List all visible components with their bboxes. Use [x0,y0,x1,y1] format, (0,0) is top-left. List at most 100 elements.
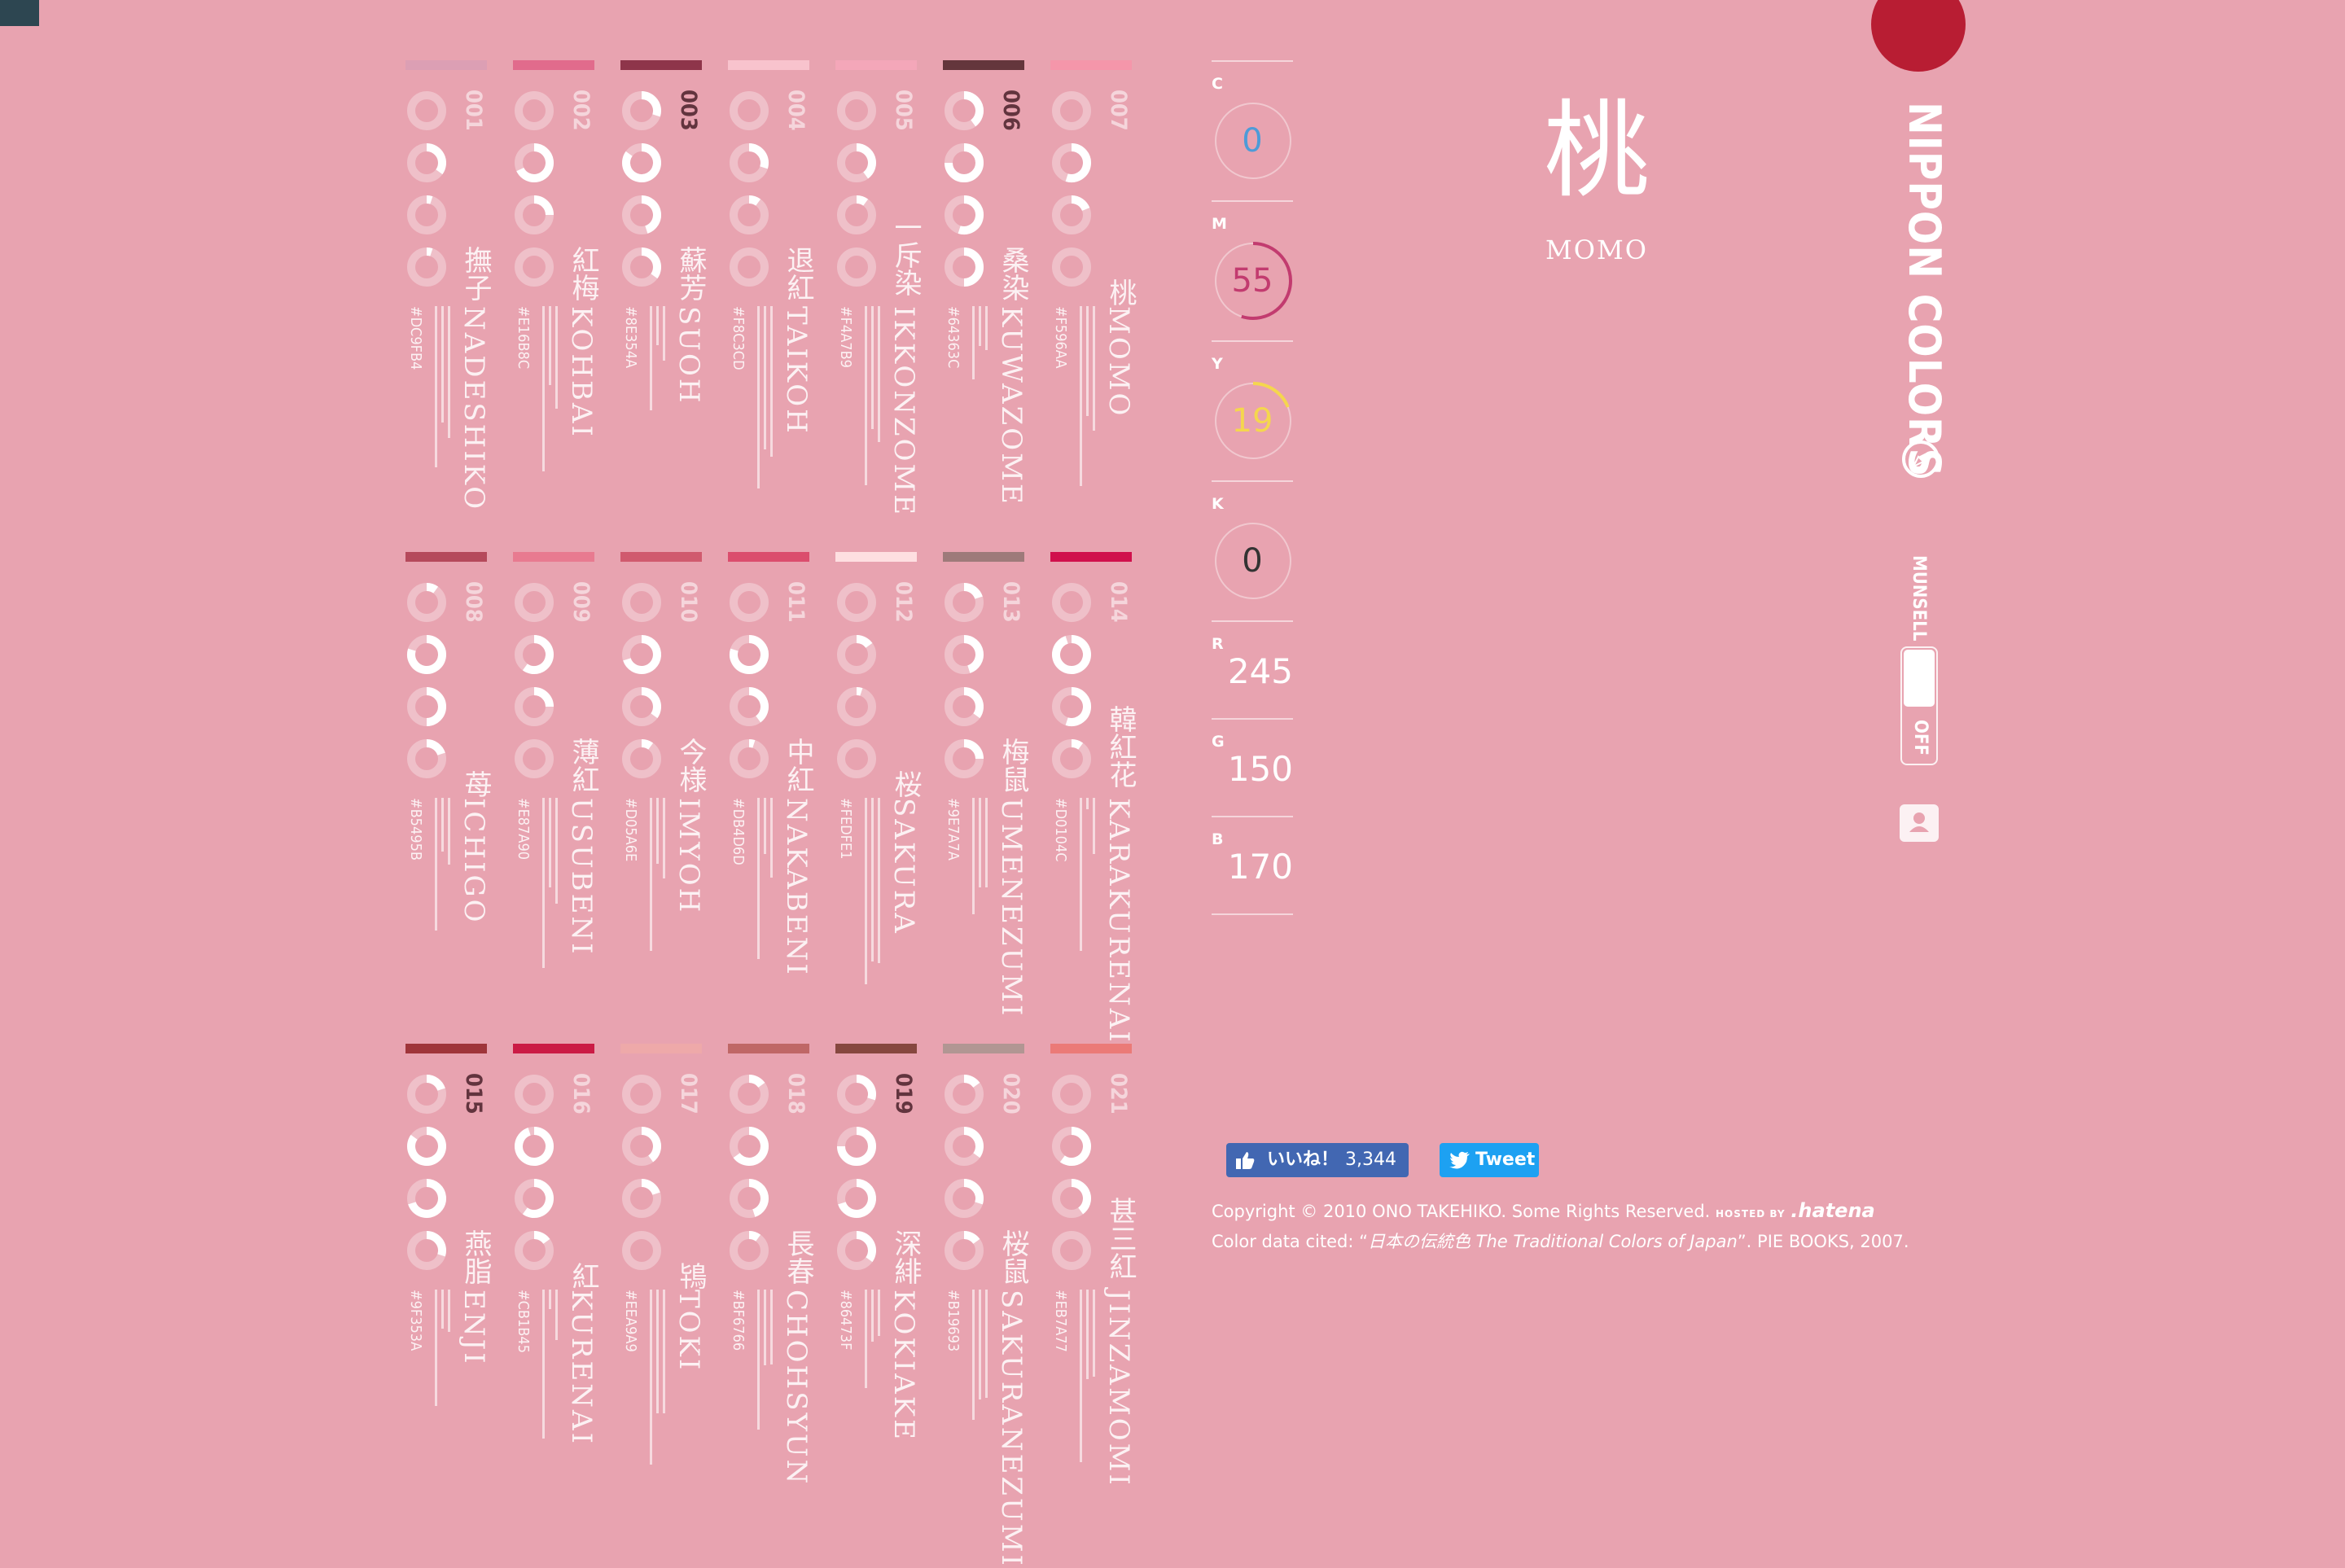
green-level-line [979,306,981,346]
color-item[interactable]: 009 薄紅 #E87A90 USUBENI [513,552,599,1008]
color-swatch-bar[interactable] [835,1044,917,1053]
color-romaji: KUWAZOME [995,306,1028,506]
color-swatch-bar[interactable] [513,552,594,562]
green-level-line [441,306,444,423]
yellow-pie [945,195,984,234]
red-level-line [542,1290,545,1439]
color-swatch-bar[interactable] [1050,60,1132,70]
blue-level-line [448,306,450,438]
black-pie [622,247,661,287]
user-icon [1909,812,1929,832]
color-item[interactable]: 019 深緋 #86473F KOKIAKE [835,1044,922,1500]
color-item[interactable]: 010 今様 #D05A6E IMYOH [620,552,707,1008]
color-hex: #EEA9A9 [622,1290,639,1352]
pie-arc [1052,635,1091,674]
color-swatch-bar[interactable] [835,552,917,562]
color-swatch-bar[interactable] [1050,552,1132,562]
color-item[interactable]: 013 梅鼠 #9E7A7A UMENEZUMI [943,552,1029,1018]
color-swatch-bar[interactable] [943,1044,1024,1053]
compass-icon[interactable] [1901,440,1940,479]
brand-title[interactable]: NIPPON COLORS [1899,102,1950,477]
green-level-line [979,1290,981,1399]
yellow-pie [837,687,876,726]
color-swatch-bar[interactable] [513,1044,594,1053]
facebook-like-button[interactable]: いいね！ 3,344 [1226,1143,1409,1177]
munsell-toggle[interactable]: OFF [1900,646,1938,765]
blue-level-line [878,1290,880,1336]
red-level-line [650,1290,652,1465]
yellow-pie [515,687,554,726]
color-swatch-bar[interactable] [728,1044,809,1053]
color-swatch-bar[interactable] [728,60,809,70]
color-swatch-bar[interactable] [620,60,702,70]
cmyk-section-y: Y 19 [1212,340,1293,480]
black-pie [407,739,446,778]
color-hex: #64363C [945,306,962,369]
color-item[interactable]: 017 鴇 #EEA9A9 TOKI [620,1044,707,1500]
pie-arc [1065,143,1091,182]
cmyk-value: 55 [1231,262,1273,300]
yellow-pie [407,195,446,234]
color-item[interactable]: 004 退紅 #F8C3CD TAIKOH [728,60,814,516]
yellow-pie [622,1179,661,1218]
red-level-line [865,798,867,984]
tweet-button[interactable]: Tweet [1440,1143,1539,1177]
red-level-line [1080,1290,1082,1462]
color-swatch-bar[interactable] [835,60,917,70]
color-romaji: KURENAI [565,1290,598,1446]
color-item[interactable]: 003 蘇芳 #8E354A SUOH [620,60,707,516]
blue-level-line [1093,1290,1095,1377]
color-item[interactable]: 007 桃 #F596AA MOMO [1050,60,1137,516]
color-swatch-bar[interactable] [728,552,809,562]
magenta-pie [407,143,446,182]
color-item[interactable]: 018 長春 #BF6766 CHOHSYUN [728,1044,814,1500]
cmyk-label: C [1212,75,1223,93]
tweet-label: Tweet [1475,1150,1536,1170]
cyan-pie [1052,91,1091,130]
pie-arc [533,1231,550,1245]
color-swatch-bar[interactable] [405,552,487,562]
color-item[interactable]: 011 中紅 #DB4D6D NAKABENI [728,552,814,1008]
hatena-logo[interactable]: .hatena [1791,1199,1874,1222]
color-item[interactable]: 016 紅 #CB1B45 KURENAI [513,1044,599,1500]
color-number: 002 [568,90,594,131]
color-number: 004 [783,90,809,131]
color-swatch-bar[interactable] [1050,1044,1132,1053]
rgb-label: B [1212,830,1224,848]
color-item[interactable]: 015 燕脂 #9F353A ENJI [405,1044,492,1500]
color-item[interactable]: 002 紅梅 #E16B8C KOHBAI [513,60,599,516]
pie-arc [1071,195,1090,212]
color-item[interactable]: 014 韓紅花 #D0104C KARAKURENAI [1050,552,1137,1045]
color-swatch-bar[interactable] [943,552,1024,562]
black-pie [945,739,984,778]
pie-arc [856,687,863,696]
corner-tab[interactable] [0,0,39,26]
yellow-pie [515,1179,554,1218]
color-swatch-bar[interactable] [405,1044,487,1053]
color-item[interactable]: 006 桑染 #64363C KUWAZOME [943,60,1029,516]
color-item[interactable]: 012 桜 #FEDFE1 SAKURA [835,552,922,1008]
yellow-pie [730,687,769,726]
color-item[interactable]: 020 桜鼠 #B19693 SAKURANEZUMI [943,1044,1029,1568]
magenta-pie [837,635,876,674]
magenta-pie [730,143,769,182]
color-hex: #D05A6E [622,798,639,862]
color-item[interactable]: 001 撫子 #DC9FB4 NADESHIKO [405,60,492,516]
black-pie [945,1231,984,1270]
color-swatch-bar[interactable] [943,60,1024,70]
black-pie [1052,739,1091,778]
pie-arc [1071,1179,1091,1215]
color-swatch-bar[interactable] [620,1044,702,1053]
user-button[interactable] [1900,804,1939,842]
color-swatch-bar[interactable] [405,60,487,70]
selected-color-kanji: 桃 [1544,89,1650,212]
color-swatch-bar[interactable] [620,552,702,562]
yellow-pie [407,687,446,726]
color-item[interactable]: 021 甚三紅 #EB7A77 JINZAMOMI [1050,1044,1137,1500]
logo-circle[interactable] [1871,0,1966,72]
color-item[interactable]: 008 苺 #B5495B ICHIGO [405,552,492,1008]
color-swatch-bar[interactable] [513,60,594,70]
toggle-knob[interactable] [1904,650,1935,707]
color-item[interactable]: 005 一斥染 #F4A7B9 IKKONZOME [835,60,922,517]
black-pie [515,1231,554,1270]
